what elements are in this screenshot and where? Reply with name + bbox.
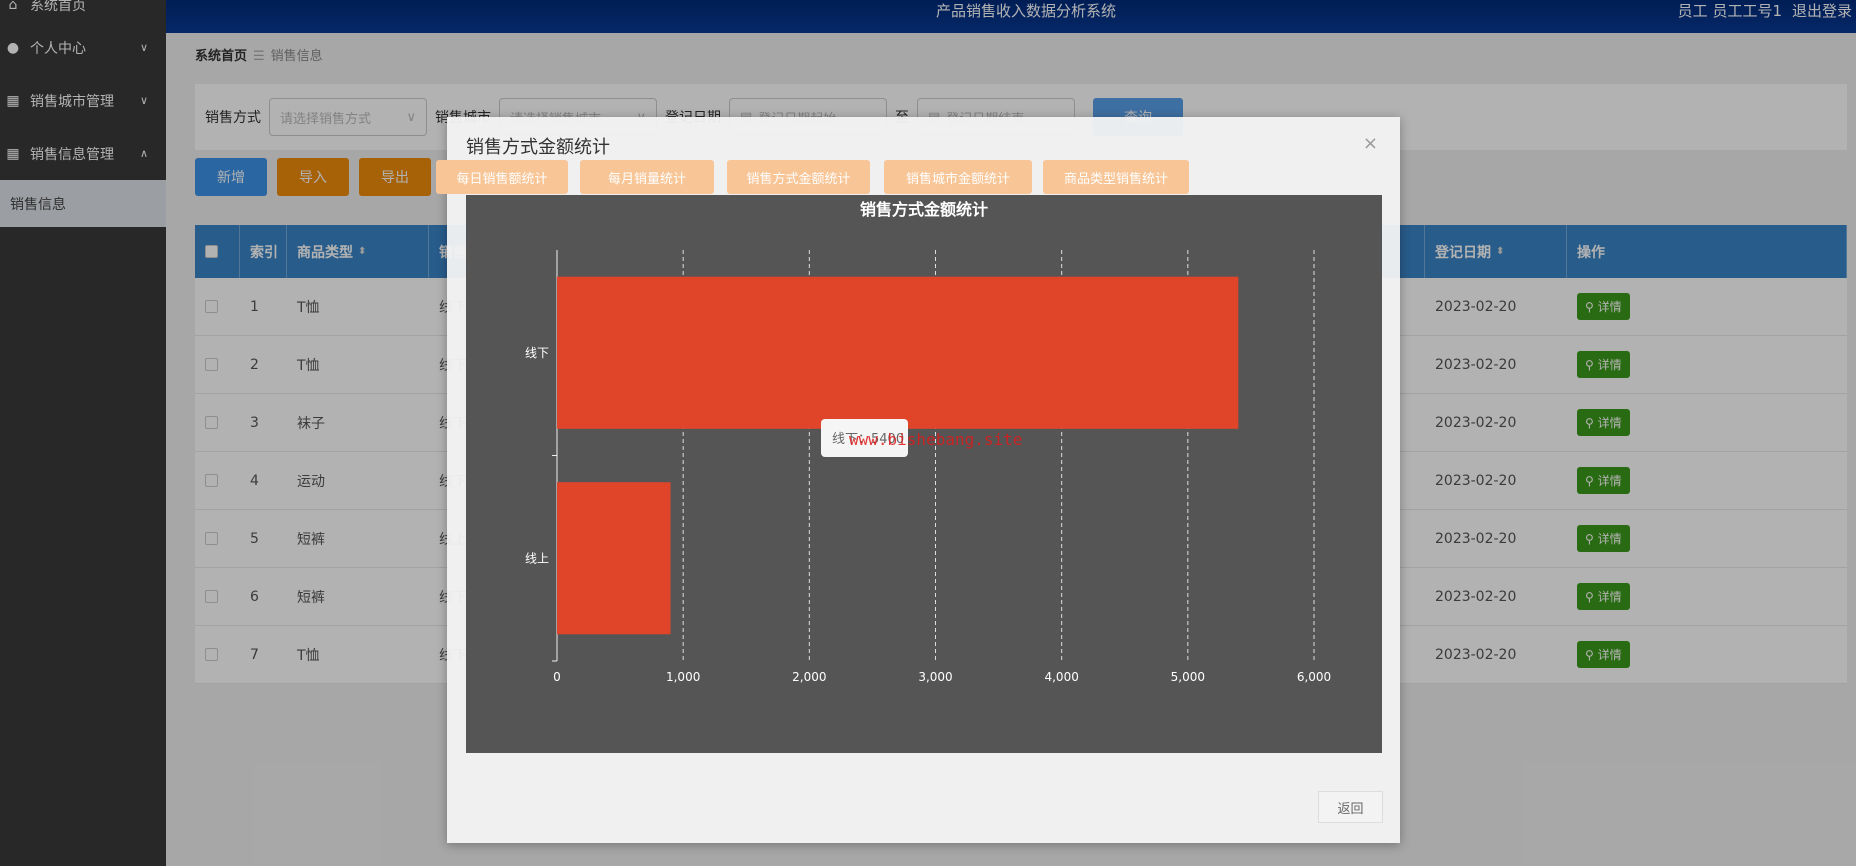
method-stats-button[interactable]: 销售方式金额统计 xyxy=(727,160,870,194)
y-tick-label: 线上 xyxy=(525,551,549,565)
bar-chart-svg: 销售方式金额统计 0 1,000 2,000 3,000 4,000 5,000 6,000 线… xyxy=(525,200,1331,684)
x-tick-label: 4,000 xyxy=(1044,670,1078,684)
type-stats-button[interactable]: 商品类型销售统计 xyxy=(1043,160,1189,194)
x-tick-label: 3,000 xyxy=(918,670,952,684)
monthly-stats-button[interactable]: 每月销量统计 xyxy=(580,160,714,194)
bar-线下 xyxy=(557,276,1239,429)
stats-modal: 销售方式金额统计 × 销售方式金额统计 0 1,000 2,000 3,000 4,000… xyxy=(447,117,1400,843)
daily-stats-button[interactable]: 每日销售额统计 xyxy=(436,160,568,194)
chart: 销售方式金额统计 0 1,000 2,000 3,000 4,000 5,000 6,000 线… xyxy=(466,195,1382,753)
watermark: www.bishebang.site xyxy=(849,430,1022,449)
close-icon[interactable]: × xyxy=(1363,133,1378,154)
x-tick-label: 5,000 xyxy=(1171,670,1205,684)
y-tick-label: 线下 xyxy=(525,346,549,360)
x-tick-label: 2,000 xyxy=(792,670,826,684)
modal-title: 销售方式金额统计 xyxy=(466,137,610,158)
chart-title: 销售方式金额统计 xyxy=(860,200,988,219)
x-tick-label: 1,000 xyxy=(666,670,700,684)
return-button[interactable]: 返回 xyxy=(1318,791,1383,823)
x-tick-label: 6,000 xyxy=(1297,670,1331,684)
bar-线上 xyxy=(557,482,671,635)
stats-buttons: 每日销售额统计 每月销量统计 销售方式金额统计 销售城市金额统计 商品类型销售统… xyxy=(0,160,1856,194)
city-stats-button[interactable]: 销售城市金额统计 xyxy=(884,160,1032,194)
x-tick-label: 0 xyxy=(553,670,561,684)
